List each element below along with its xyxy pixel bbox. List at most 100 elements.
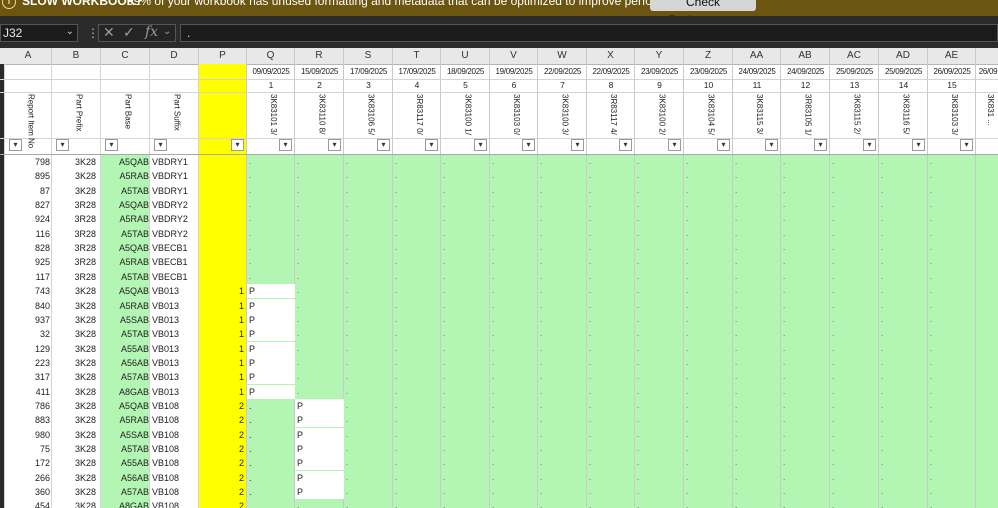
- column-q-value[interactable]: [247, 155, 295, 169]
- column-r-value[interactable]: P: [295, 471, 344, 485]
- filter-dropdown-icon[interactable]: ▾: [668, 139, 681, 151]
- column-r-value[interactable]: [295, 212, 344, 226]
- column-header-d[interactable]: D: [150, 48, 199, 64]
- column-r-value[interactable]: [295, 169, 344, 183]
- column-q-value[interactable]: .: [247, 413, 295, 427]
- expand-icon[interactable]: ⌄: [163, 26, 171, 37]
- column-r-value[interactable]: [295, 327, 344, 341]
- column-header-ae[interactable]: AE: [928, 48, 976, 64]
- column-q-value[interactable]: P: [247, 370, 295, 384]
- column-q-value[interactable]: [247, 184, 295, 198]
- column-r-value[interactable]: [295, 342, 344, 356]
- filter-dropdown-icon[interactable]: ▾: [231, 139, 244, 151]
- column-header-t[interactable]: T: [393, 48, 441, 64]
- column-r-value[interactable]: [295, 155, 344, 169]
- empty-cell-dot: .: [735, 301, 738, 310]
- column-q-value[interactable]: .: [247, 485, 295, 499]
- column-r-value[interactable]: [295, 356, 344, 370]
- column-q-value[interactable]: .: [247, 442, 295, 456]
- column-q-value[interactable]: [247, 270, 295, 284]
- filter-dropdown-icon[interactable]: ▾: [377, 139, 390, 151]
- column-q-value[interactable]: P: [247, 284, 295, 298]
- column-header-u[interactable]: U: [441, 48, 490, 64]
- column-q-value[interactable]: P: [247, 299, 295, 313]
- column-header-ac[interactable]: AC: [830, 48, 879, 64]
- column-q-value[interactable]: .: [247, 456, 295, 470]
- column-q-value[interactable]: [247, 255, 295, 269]
- column-header-s[interactable]: S: [344, 48, 393, 64]
- column-header-ab[interactable]: AB: [781, 48, 830, 64]
- column-header-q[interactable]: Q: [247, 48, 295, 64]
- column-q-value[interactable]: .: [247, 499, 295, 508]
- filter-dropdown-icon[interactable]: ▾: [960, 139, 973, 151]
- column-r-value[interactable]: [295, 270, 344, 284]
- filter-dropdown-icon[interactable]: ▾: [619, 139, 632, 151]
- column-q-value[interactable]: P: [247, 356, 295, 370]
- column-header-z[interactable]: Z: [684, 48, 733, 64]
- enter-icon[interactable]: ✓: [123, 24, 135, 41]
- column-r-value[interactable]: [295, 313, 344, 327]
- column-q-value[interactable]: [247, 241, 295, 255]
- filter-dropdown-icon[interactable]: ▾: [474, 139, 487, 151]
- filter-dropdown-icon[interactable]: ▾: [425, 139, 438, 151]
- filter-dropdown-icon[interactable]: ▾: [814, 139, 827, 151]
- column-r-value[interactable]: [295, 184, 344, 198]
- column-q-value[interactable]: P: [247, 327, 295, 341]
- chevron-down-icon[interactable]: ⌄: [66, 26, 74, 37]
- column-q-value[interactable]: [247, 212, 295, 226]
- column-r-value[interactable]: P: [295, 485, 344, 499]
- filter-dropdown-icon[interactable]: ▾: [105, 139, 118, 151]
- filter-dropdown-icon[interactable]: ▾: [328, 139, 341, 151]
- filter-dropdown-icon[interactable]: ▾: [154, 139, 167, 151]
- column-header-v[interactable]: V: [490, 48, 538, 64]
- name-box[interactable]: J32 ⌄: [0, 24, 78, 42]
- filter-dropdown-icon[interactable]: ▾: [56, 139, 69, 151]
- column-q-value[interactable]: P: [247, 342, 295, 356]
- column-header-x[interactable]: X: [587, 48, 635, 64]
- column-header-a[interactable]: A: [5, 48, 52, 64]
- column-q-value[interactable]: [247, 198, 295, 212]
- column-r-value[interactable]: [295, 255, 344, 269]
- column-r-value[interactable]: P: [295, 442, 344, 456]
- column-r-value[interactable]: [295, 370, 344, 384]
- column-header-r[interactable]: R: [295, 48, 344, 64]
- filter-dropdown-icon[interactable]: ▾: [522, 139, 535, 151]
- column-r-value[interactable]: P: [295, 456, 344, 470]
- cancel-icon[interactable]: ✕: [103, 24, 115, 41]
- filter-dropdown-icon[interactable]: ▾: [9, 139, 22, 151]
- column-r-value[interactable]: [295, 227, 344, 241]
- column-header-b[interactable]: B: [52, 48, 101, 64]
- column-r-value[interactable]: [295, 198, 344, 212]
- column-header-ad[interactable]: AD: [879, 48, 928, 64]
- column-q-value[interactable]: .: [247, 428, 295, 442]
- column-q-value[interactable]: P: [247, 385, 295, 399]
- filter-dropdown-icon[interactable]: ▾: [571, 139, 584, 151]
- column-q-value[interactable]: [247, 227, 295, 241]
- column-q-value[interactable]: .: [247, 471, 295, 485]
- column-r-value[interactable]: P: [295, 428, 344, 442]
- column-header-aa[interactable]: AA: [733, 48, 781, 64]
- column-r-value[interactable]: [295, 299, 344, 313]
- column-header-y[interactable]: Y: [635, 48, 684, 64]
- column-header-c[interactable]: C: [101, 48, 150, 64]
- column-r-value[interactable]: [295, 284, 344, 298]
- column-q-value[interactable]: [247, 169, 295, 183]
- column-r-value[interactable]: [295, 385, 344, 399]
- filter-dropdown-icon[interactable]: ▾: [279, 139, 292, 151]
- filter-dropdown-icon[interactable]: ▾: [765, 139, 778, 151]
- column-r-value[interactable]: P: [295, 413, 344, 427]
- column-q-value[interactable]: P: [247, 313, 295, 327]
- column-header-w[interactable]: W: [538, 48, 587, 64]
- column-header-p[interactable]: P: [199, 48, 247, 64]
- filter-dropdown-icon[interactable]: ▾: [912, 139, 925, 151]
- formula-input[interactable]: .: [180, 24, 998, 42]
- insert-function-icon[interactable]: fx: [145, 24, 158, 40]
- worksheet-grid[interactable]: A B C D P Q R S T U V W X Y Z AA AB AC AD AE 09/09/2025 1 3K8…: [0, 48, 998, 508]
- column-q-value[interactable]: .: [247, 399, 295, 413]
- filter-dropdown-icon[interactable]: ▾: [717, 139, 730, 151]
- check-performance-button[interactable]: Check Performance: [650, 0, 756, 16]
- column-r-value[interactable]: [295, 499, 344, 508]
- column-r-value[interactable]: P: [295, 399, 344, 413]
- column-r-value[interactable]: [295, 241, 344, 255]
- filter-dropdown-icon[interactable]: ▾: [863, 139, 876, 151]
